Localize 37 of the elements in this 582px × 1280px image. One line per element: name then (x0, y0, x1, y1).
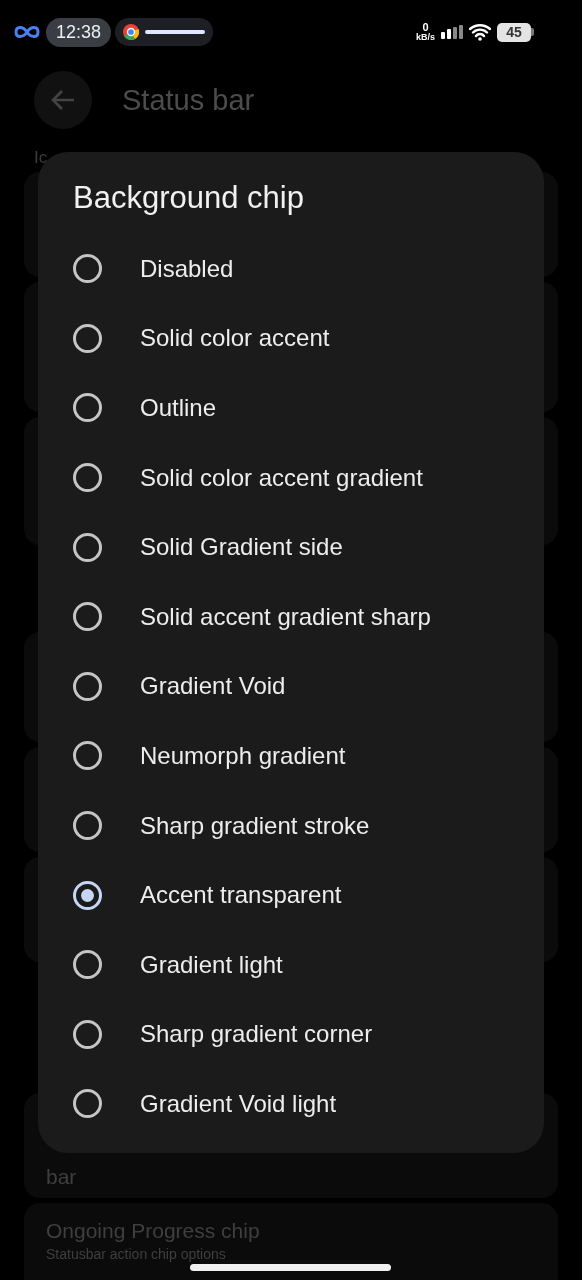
radio-button[interactable] (73, 671, 102, 701)
dialog-title: Background chip (73, 180, 305, 217)
option-label[interactable]: Solid color accent gradient (140, 463, 423, 492)
section-label: Ic (33, 147, 49, 169)
option-label[interactable]: Disabled (140, 254, 234, 283)
option-label[interactable]: Outline (140, 394, 217, 422)
radio-button[interactable] (73, 602, 102, 632)
radio-button[interactable] (73, 811, 102, 841)
radio-button[interactable] (73, 950, 102, 980)
radio-button[interactable] (73, 254, 102, 284)
page-title: Status bar (122, 83, 255, 117)
option-label[interactable]: Gradient Void (140, 672, 286, 701)
wifi-icon (469, 23, 491, 41)
network-speed: 0 kB/s (416, 22, 435, 42)
option-label[interactable]: Solid accent gradient sharp (140, 602, 431, 631)
option-label[interactable]: Gradient Void light (140, 1089, 337, 1118)
option-label[interactable]: Gradient light (140, 950, 283, 979)
radio-button[interactable] (73, 1019, 102, 1049)
radio-button[interactable] (73, 1089, 102, 1119)
radio-button[interactable] (73, 880, 102, 910)
option-label[interactable]: Sharp gradient stroke (140, 811, 370, 840)
option-label[interactable]: Sharp gradient corner (140, 1020, 373, 1049)
radio-button[interactable] (73, 741, 102, 771)
option-label[interactable]: Solid Gradient side (140, 533, 343, 562)
option-label[interactable]: Solid color accent (140, 324, 330, 353)
status-time: 12:38 (46, 17, 112, 47)
radio-button[interactable] (73, 532, 102, 562)
back-arrow-icon (50, 88, 76, 112)
signal-icon (441, 25, 463, 39)
browser-icon (123, 24, 140, 40)
infinity-icon (12, 24, 42, 40)
option-label[interactable]: Neumorph gradient (140, 741, 346, 770)
option-label[interactable]: Accent transparent (140, 881, 342, 910)
radio-button[interactable] (73, 393, 102, 423)
radio-button[interactable] (73, 323, 102, 353)
battery-icon: 45 (497, 22, 534, 42)
radio-button[interactable] (73, 463, 102, 493)
